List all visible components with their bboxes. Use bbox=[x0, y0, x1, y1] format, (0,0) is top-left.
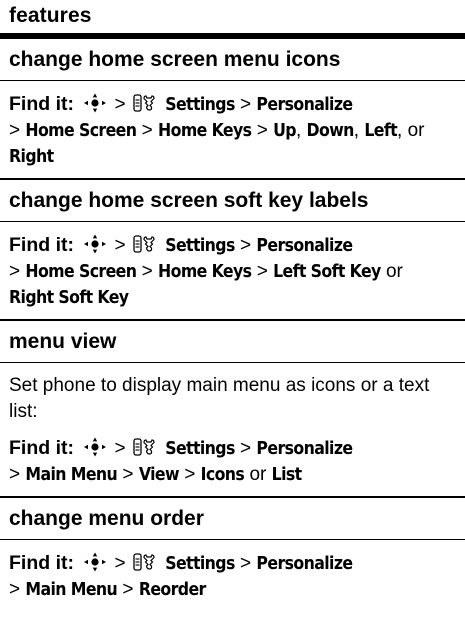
section-title: change home screen soft key labels bbox=[0, 180, 465, 222]
nav-key-icon bbox=[83, 234, 107, 254]
path-separator: > bbox=[9, 120, 21, 141]
path-separator: > bbox=[9, 464, 21, 485]
path-view: View bbox=[138, 465, 180, 485]
path-separator: > bbox=[114, 235, 126, 256]
path-separator: > bbox=[114, 438, 126, 459]
path-settings: Settings bbox=[165, 236, 235, 256]
find-it-path: Find it: > bbox=[9, 550, 457, 603]
path-comma: , bbox=[353, 120, 360, 141]
find-it-path: Find it: > bbox=[9, 435, 457, 488]
feature-section-soft-key-labels: change home screen soft key labels Find … bbox=[0, 180, 465, 321]
settings-icon bbox=[132, 234, 158, 254]
feature-section-menu-order: change menu order Find it: > Settings > … bbox=[0, 498, 465, 611]
path-personalize: Personalize bbox=[256, 95, 353, 115]
path-personalize: Personalize bbox=[256, 554, 353, 574]
path-separator: > bbox=[122, 579, 134, 600]
path-home-keys: Home Keys bbox=[158, 121, 252, 141]
path-separator: > bbox=[240, 438, 252, 459]
table-header-title: features bbox=[9, 4, 92, 27]
path-down: Down bbox=[306, 121, 355, 141]
path-separator: > bbox=[240, 94, 252, 115]
manual-page: features change home screen menu icons F… bbox=[0, 0, 465, 624]
path-list: List bbox=[271, 465, 303, 485]
path-up: Up bbox=[273, 121, 296, 141]
features-table: features change home screen menu icons F… bbox=[0, 0, 465, 611]
path-separator: > bbox=[141, 120, 153, 141]
path-separator: > bbox=[256, 261, 268, 282]
section-body: Find it: > bbox=[0, 540, 465, 611]
path-personalize: Personalize bbox=[256, 439, 353, 459]
path-separator: > bbox=[9, 261, 21, 282]
settings-icon bbox=[132, 552, 158, 572]
path-settings: Settings bbox=[165, 554, 235, 574]
path-comma: , bbox=[295, 120, 302, 141]
section-description: Set phone to display main menu as icons … bbox=[9, 375, 430, 422]
path-separator: > bbox=[240, 235, 252, 256]
find-it-label: Find it: bbox=[9, 437, 74, 459]
path-left: Left bbox=[364, 121, 398, 141]
nav-key-icon bbox=[83, 93, 107, 113]
path-settings: Settings bbox=[165, 439, 235, 459]
path-separator: > bbox=[114, 553, 126, 574]
section-body: Find it: > bbox=[0, 81, 465, 178]
path-separator: > bbox=[256, 120, 268, 141]
path-separator: > bbox=[9, 579, 21, 600]
path-home-screen: Home Screen bbox=[25, 262, 137, 282]
settings-icon bbox=[132, 437, 158, 457]
path-separator: > bbox=[184, 464, 196, 485]
section-body: Find it: > bbox=[0, 222, 465, 319]
path-or: or bbox=[249, 464, 267, 485]
section-title: change menu order bbox=[0, 498, 465, 540]
path-personalize: Personalize bbox=[256, 236, 353, 256]
path-or: or bbox=[385, 261, 403, 282]
path-settings: Settings bbox=[165, 95, 235, 115]
path-reorder: Reorder bbox=[138, 580, 207, 600]
settings-icon bbox=[132, 93, 158, 113]
find-it-label: Find it: bbox=[9, 234, 74, 256]
path-separator: > bbox=[240, 553, 252, 574]
feature-section-home-icons: change home screen menu icons Find it: > bbox=[0, 39, 465, 180]
table-header: features bbox=[0, 0, 465, 39]
path-or: or bbox=[407, 120, 425, 141]
path-separator: > bbox=[122, 464, 134, 485]
path-right: Right bbox=[9, 147, 54, 167]
find-it-label: Find it: bbox=[9, 552, 74, 574]
path-comma: , bbox=[397, 120, 403, 141]
path-right-soft-key: Right Soft Key bbox=[9, 288, 129, 308]
section-body: Set phone to display main menu as icons … bbox=[0, 363, 465, 496]
path-separator: > bbox=[141, 261, 153, 282]
find-it-path: Find it: > bbox=[9, 91, 457, 170]
path-left-soft-key: Left Soft Key bbox=[273, 262, 381, 282]
find-it-label: Find it: bbox=[9, 93, 74, 115]
feature-section-menu-view: menu view Set phone to display main menu… bbox=[0, 321, 465, 498]
path-home-screen: Home Screen bbox=[25, 121, 137, 141]
path-home-keys: Home Keys bbox=[158, 262, 252, 282]
find-it-path: Find it: > bbox=[9, 232, 457, 311]
path-icons: Icons bbox=[200, 465, 245, 485]
nav-key-icon bbox=[83, 552, 107, 572]
section-title: menu view bbox=[0, 321, 465, 363]
path-main-menu: Main Menu bbox=[25, 465, 118, 485]
path-main-menu: Main Menu bbox=[25, 580, 118, 600]
section-title: change home screen menu icons bbox=[0, 39, 465, 81]
nav-key-icon bbox=[83, 437, 107, 457]
path-separator: > bbox=[114, 94, 126, 115]
